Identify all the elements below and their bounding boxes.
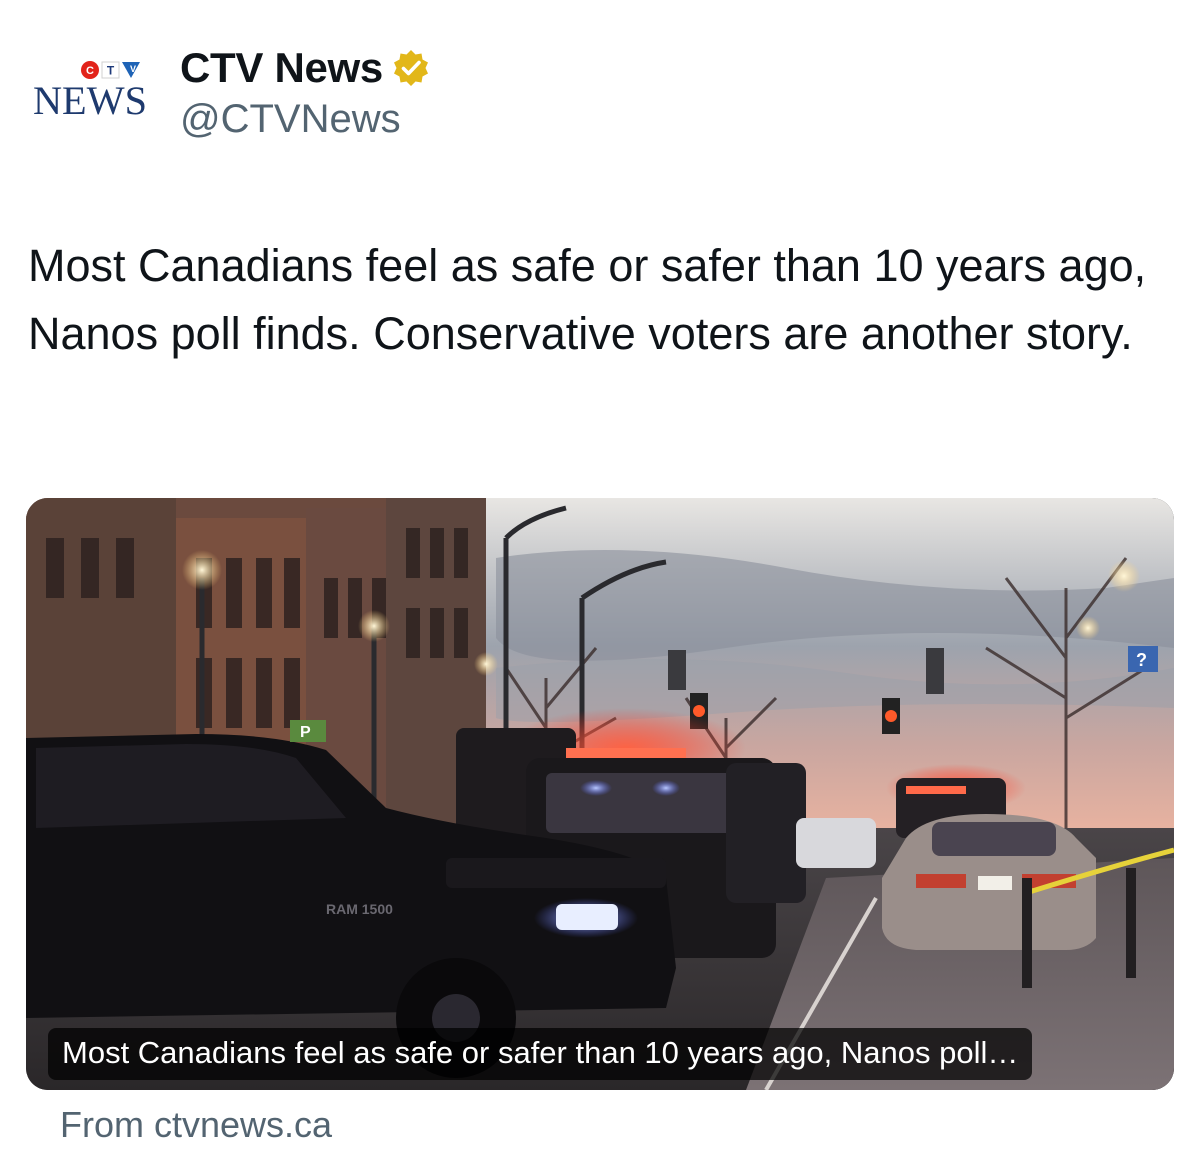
link-card[interactable]: RAM 1500 P ? Most Canadians feel as safe…	[26, 498, 1174, 1090]
svg-text:V: V	[130, 64, 136, 74]
svg-text:P: P	[300, 724, 311, 741]
card-source-domain[interactable]: From ctvnews.ca	[60, 1104, 332, 1146]
svg-text:RAM 1500: RAM 1500	[326, 901, 393, 917]
avatar[interactable]: C T V NEWS	[30, 56, 154, 124]
police-scene-photo: RAM 1500 P ?	[26, 498, 1174, 1090]
tweet-header: C T V NEWS CTV News @CTVNews	[0, 0, 1200, 170]
svg-text:C: C	[86, 65, 94, 77]
card-title-overlay: Most Canadians feel as safe or safer tha…	[48, 1028, 1033, 1080]
author-handle[interactable]: @CTVNews	[180, 97, 401, 142]
avatar-logo-text: NEWS	[33, 78, 147, 123]
ctv-news-logo-icon: C T V NEWS	[33, 61, 147, 123]
svg-text:?: ?	[1136, 650, 1147, 670]
verified-badge-icon	[391, 48, 431, 88]
author-name-row: CTV News	[180, 40, 431, 96]
tweet-text: Most Canadians feel as safe or safer tha…	[28, 240, 1147, 359]
card-title: Most Canadians feel as safe or safer tha…	[62, 1035, 1019, 1070]
svg-text:T: T	[107, 64, 115, 78]
author-display-name[interactable]: CTV News	[180, 44, 383, 92]
